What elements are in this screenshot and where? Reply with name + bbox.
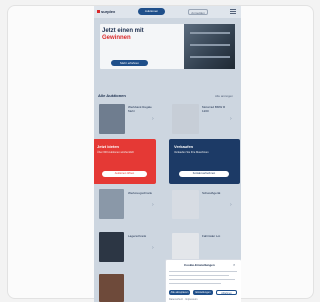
chevron-right-icon[interactable]: › (152, 245, 154, 251)
hero-image (184, 24, 235, 69)
section-title: Alle Auktionen (98, 93, 126, 98)
item-title[interactable]: Lagerschrank (128, 234, 152, 239)
item-title[interactable]: Fahrräder Lot (202, 234, 226, 239)
promo-red-text: Über 600 Auktionen wöchentlich (97, 151, 135, 154)
promo-blue-title: Verkaufen (174, 144, 194, 149)
item-thumbnail[interactable] (99, 104, 125, 134)
item-thumbnail[interactable] (172, 104, 199, 134)
item-thumbnail[interactable] (172, 233, 199, 262)
item-thumbnail[interactable] (99, 274, 124, 302)
top-bar: surplex Auktionen Anmelden (94, 6, 241, 18)
promo-blue-text: Verkaufen Sie Ihre Maschinen (174, 151, 209, 154)
chevron-right-icon[interactable]: › (152, 116, 154, 122)
login-button[interactable]: Anmelden (188, 9, 208, 15)
promo-red-button[interactable]: Auktionen öffnen (102, 171, 147, 177)
item-thumbnail[interactable] (99, 189, 124, 219)
hero-title: Jetzt einen mit (102, 28, 144, 34)
item-thumbnail[interactable] (99, 232, 124, 262)
logo-mark-icon (97, 10, 100, 13)
hero-cta-button[interactable]: Mehr erfahren (111, 60, 148, 66)
cookie-title: Cookie-Einstellungen (184, 263, 215, 267)
item-title[interactable]: Werkzeugschrank (128, 191, 152, 196)
chevron-right-icon[interactable]: › (230, 202, 232, 208)
cookie-footer-links[interactable]: Datenschutz · Impressum (169, 298, 197, 301)
item-thumbnail[interactable] (172, 190, 199, 219)
cookie-accept-button[interactable]: Alle akzeptieren (169, 290, 190, 295)
logo-text: surplex (101, 9, 116, 14)
cookie-settings-button[interactable]: Einstellungen (193, 290, 213, 295)
cookie-dialog: Cookie-Einstellungen × Alle akzeptieren … (165, 259, 241, 302)
item-title[interactable]: Werkbank Regale Mehr (128, 105, 152, 113)
hero-subtitle: Gewinnen (102, 35, 131, 41)
chevron-right-icon[interactable]: › (152, 202, 154, 208)
mobile-page: surplex Auktionen Anmelden Jetzt einen m… (94, 6, 241, 302)
hamburger-menu-icon[interactable] (230, 9, 236, 14)
cookie-reject-button[interactable]: Ablehnen (216, 290, 237, 295)
chevron-right-icon[interactable]: › (230, 116, 232, 122)
promo-red-title: Jetzt bieten (97, 144, 120, 149)
close-icon[interactable]: × (233, 262, 235, 267)
nav-auctions-pill[interactable]: Auktionen (138, 8, 165, 15)
item-title[interactable]: Motorrad BMW R 1200 (202, 105, 226, 113)
site-logo[interactable]: surplex (97, 9, 115, 14)
promo-blue-button[interactable]: Kontakt aufnehmen (179, 171, 229, 177)
see-all-link[interactable]: Alle anzeigen (215, 94, 233, 98)
item-title[interactable]: Schweißgerät (202, 191, 226, 196)
